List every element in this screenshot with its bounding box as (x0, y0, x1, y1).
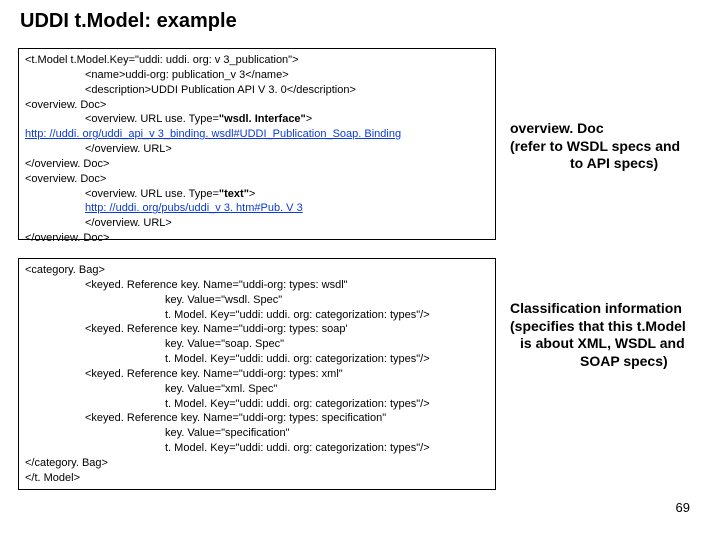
code-line: key. Value="xml. Spec" (25, 382, 489, 397)
code-text: > (249, 188, 255, 200)
code-line: key. Value="soap. Spec" (25, 337, 489, 352)
url-link[interactable]: http: //uddi. org/uddi_api_v 3_binding. … (25, 128, 401, 140)
code-line: <keyed. Reference key. Name="uddi-org: t… (25, 322, 489, 337)
code-line: </overview. URL> (25, 216, 489, 231)
code-text: <overview. URL use. Type= (85, 113, 219, 125)
annotation-line: (refer to WSDL specs and (510, 138, 710, 156)
code-box-category: <category. Bag> <keyed. Reference key. N… (18, 258, 496, 490)
code-text: <overview. URL use. Type= (85, 188, 219, 200)
code-text: > (306, 113, 312, 125)
code-line: </overview. Doc> (25, 157, 489, 172)
code-line: <name>uddi-org: publication_v 3</name> (25, 68, 489, 83)
code-box-overview: <t.Model t.Model.Key="uddi: uddi. org: v… (18, 48, 496, 240)
page-number: 69 (676, 500, 690, 515)
url-link[interactable]: http: //uddi. org/pubs/uddi_v 3. htm#Pub… (85, 202, 303, 214)
code-line: t. Model. Key="uddi: uddi. org: categori… (25, 308, 489, 323)
code-line: t. Model. Key="uddi: uddi. org: categori… (25, 441, 489, 456)
code-line: t. Model. Key="uddi: uddi. org: categori… (25, 397, 489, 412)
code-line: <keyed. Reference key. Name="uddi-org: t… (25, 278, 489, 293)
code-line: http: //uddi. org/pubs/uddi_v 3. htm#Pub… (25, 201, 489, 216)
annotation-line: to API specs) (510, 155, 710, 173)
code-line: key. Value="wsdl. Spec" (25, 293, 489, 308)
annotation-line: (specifies that this t.Model (510, 318, 710, 336)
code-line: <keyed. Reference key. Name="uddi-org: t… (25, 367, 489, 382)
code-line: <category. Bag> (25, 263, 489, 278)
annotation-line: overview. Doc (510, 120, 710, 138)
code-attr-bold: "text" (219, 188, 249, 200)
code-line: </overview. URL> (25, 142, 489, 157)
annotation-classification: Classification information (specifies th… (510, 300, 710, 370)
annotation-line: SOAP specs) (510, 353, 710, 371)
code-line: key. Value="specification" (25, 426, 489, 441)
annotation-line: Classification information (510, 300, 710, 318)
code-line: <description>UDDI Publication API V 3. 0… (25, 83, 489, 98)
code-line: </t. Model> (25, 471, 489, 486)
annotation-line: is about XML, WSDL and (510, 335, 710, 353)
code-line: </overview. Doc> (25, 231, 489, 246)
code-line: <overview. Doc> (25, 172, 489, 187)
code-line: <overview. Doc> (25, 98, 489, 113)
code-line: </category. Bag> (25, 456, 489, 471)
code-attr-bold: "wsdl. Interface" (219, 113, 306, 125)
code-line: <overview. URL use. Type="wsdl. Interfac… (25, 112, 489, 127)
code-line: <overview. URL use. Type="text"> (25, 187, 489, 202)
code-line: <t.Model t.Model.Key="uddi: uddi. org: v… (25, 53, 489, 68)
annotation-overview: overview. Doc (refer to WSDL specs and t… (510, 120, 710, 173)
code-line: <keyed. Reference key. Name="uddi-org: t… (25, 411, 489, 426)
code-line: http: //uddi. org/uddi_api_v 3_binding. … (25, 127, 489, 142)
slide-title: UDDI t.Model: example (0, 0, 720, 33)
code-line: t. Model. Key="uddi: uddi. org: categori… (25, 352, 489, 367)
